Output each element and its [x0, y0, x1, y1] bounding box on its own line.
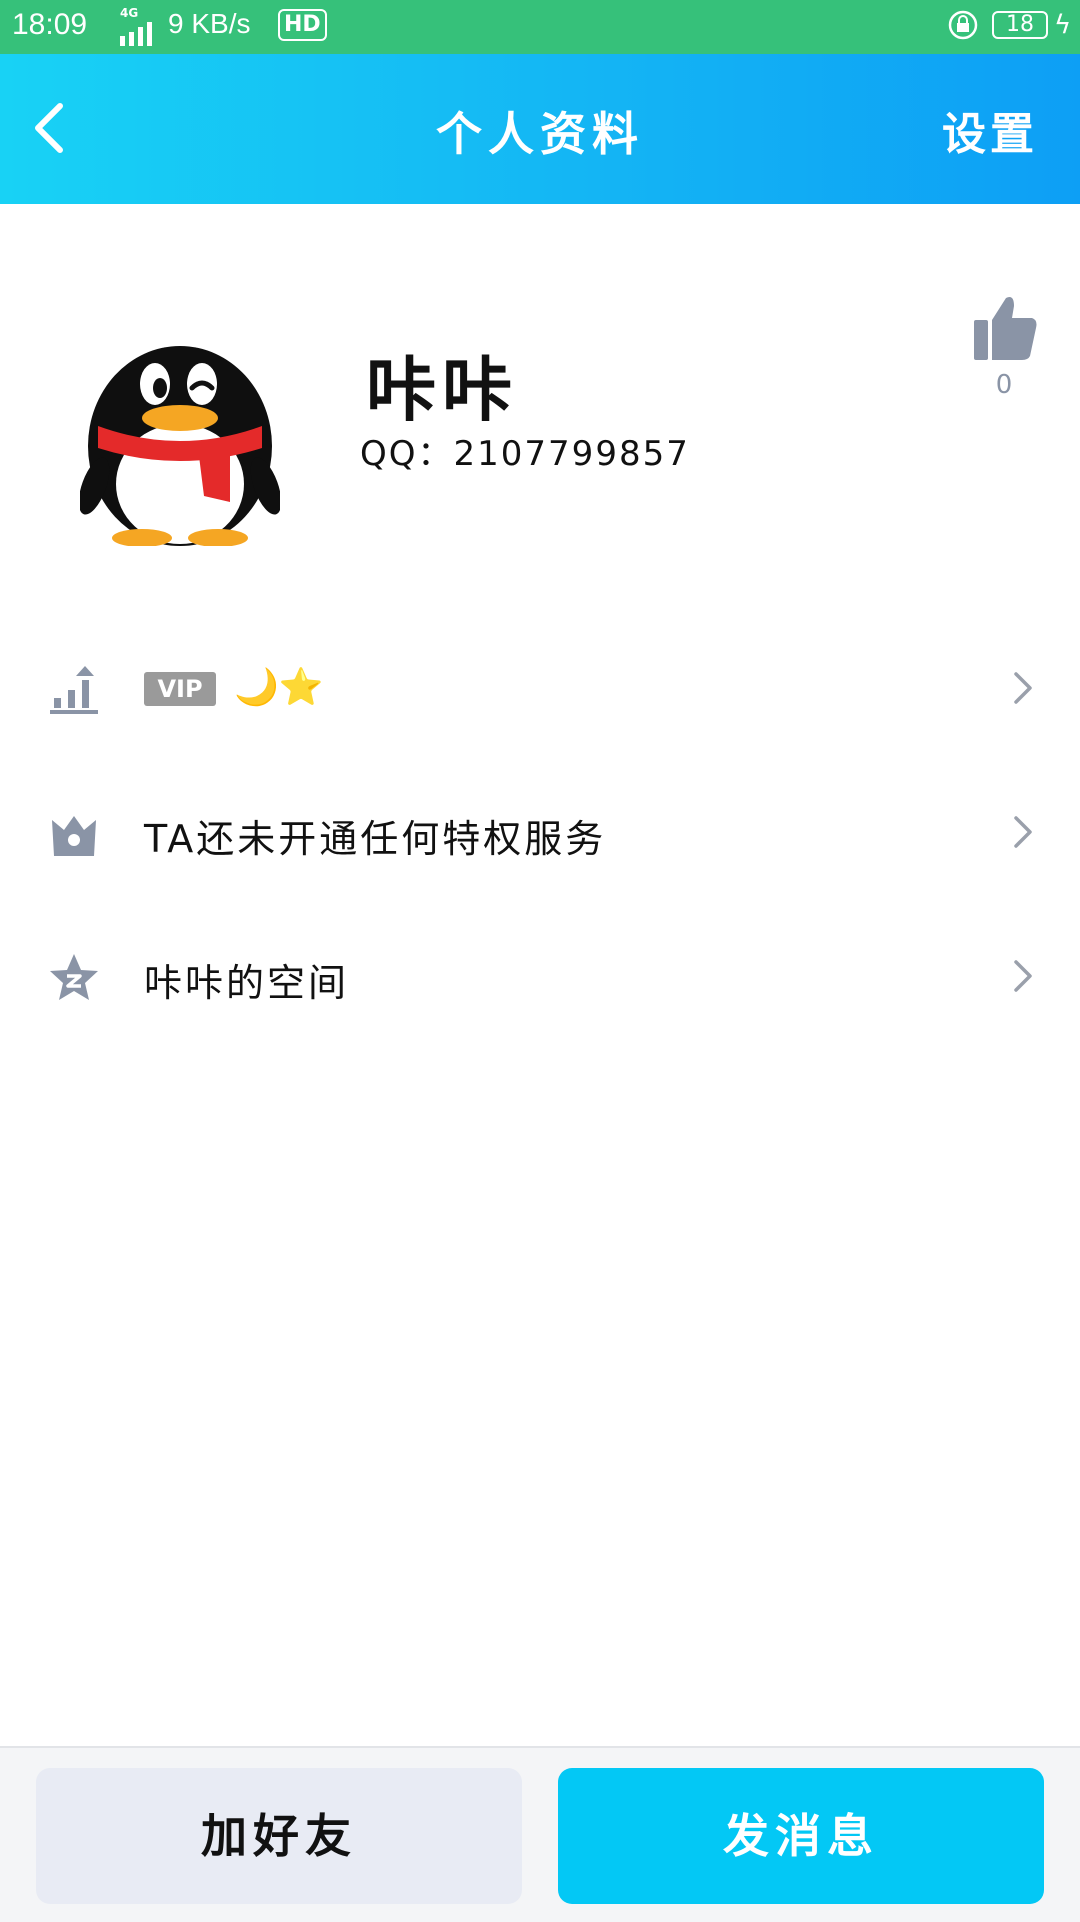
like-count: 0 [995, 370, 1013, 400]
vip-level-icons: 🌙⭐ [234, 667, 324, 708]
status-time: 18:09 [12, 8, 88, 41]
add-friend-button[interactable]: 加好友 [36, 1768, 522, 1904]
qzone-row[interactable]: 咔咔的空间 [0, 916, 1080, 1036]
network-speed: 9 KB/s [168, 8, 251, 39]
privilege-row[interactable]: TA还未开通任何特权服务 [0, 772, 1080, 892]
rotation-lock-icon [948, 10, 978, 40]
privilege-label: TA还未开通任何特权服务 [144, 817, 607, 861]
chevron-right-icon [1014, 672, 1032, 704]
avatar[interactable] [80, 316, 280, 546]
title-bar: 个人资料 设置 [0, 54, 1080, 204]
charging-icon: ϟ [1054, 10, 1072, 40]
signal-icon [120, 22, 152, 46]
hd-icon: HD [278, 9, 327, 41]
thumbs-up-icon[interactable] [970, 294, 1040, 364]
level-chart-icon [50, 666, 98, 714]
crown-icon [52, 816, 96, 856]
page-title: 个人资料 [436, 107, 644, 161]
settings-button[interactable]: 设置 [942, 98, 1038, 162]
chevron-right-icon [1014, 816, 1032, 848]
vip-badge: VIP [144, 672, 216, 706]
qzone-star-icon [50, 954, 98, 1000]
profile-name: 咔咔 [366, 349, 518, 431]
send-message-button[interactable]: 发消息 [558, 1768, 1044, 1904]
qq-number: QQ：2107799857 [360, 434, 690, 474]
qzone-label: 咔咔的空间 [144, 961, 350, 1005]
vip-level-row[interactable]: VIP 🌙⭐ [0, 628, 1080, 748]
chevron-right-icon [1014, 960, 1032, 992]
battery-icon: 18 [992, 11, 1048, 39]
bottom-action-bar: 加好友 发消息 [0, 1746, 1080, 1922]
network-type: 4G [120, 6, 139, 20]
status-bar: 18:09 4G 9 KB/s HD 18 ϟ [0, 0, 1080, 54]
